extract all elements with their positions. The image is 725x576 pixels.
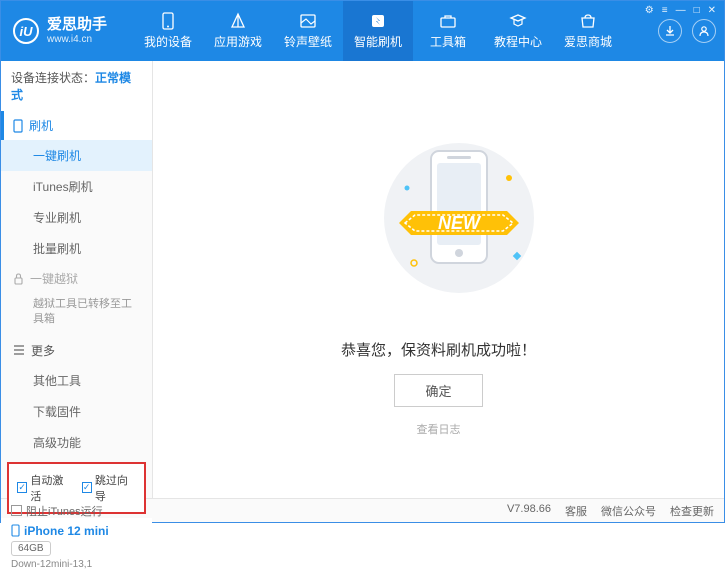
device-sub: Down-12mini-13,1 xyxy=(11,559,142,570)
check-update-link[interactable]: 检查更新 xyxy=(670,503,714,519)
checkbox-icon: ✓ xyxy=(17,482,27,493)
phone-small-icon xyxy=(13,119,23,133)
user-button[interactable] xyxy=(692,19,716,43)
new-badge-text: NEW xyxy=(438,213,482,233)
wallpaper-icon xyxy=(299,12,317,30)
sidebar-item-advanced[interactable]: 高级功能 xyxy=(1,427,152,458)
flash-icon xyxy=(369,12,387,30)
more-icon xyxy=(13,345,25,355)
device-info[interactable]: iPhone 12 mini 64GB Down-12mini-13,1 xyxy=(1,518,152,576)
checkbox-skip-guide[interactable]: ✓ 跳过向导 xyxy=(82,472,137,504)
section-more[interactable]: 更多 xyxy=(1,336,152,365)
nav-label: 应用游戏 xyxy=(214,33,262,50)
nav-ringtones[interactable]: 铃声壁纸 xyxy=(273,1,343,61)
section-label: 更多 xyxy=(31,342,55,359)
app-header: ⚙ ≡ — □ ✕ iU 爱思助手 www.i4.cn 我的设备 应用游戏 铃声… xyxy=(1,1,724,61)
checkbox-icon: ✓ xyxy=(82,482,92,493)
sidebar-item-itunes-flash[interactable]: iTunes刷机 xyxy=(1,171,152,202)
main-nav: 我的设备 应用游戏 铃声壁纸 智能刷机 工具箱 教程中心 爱思商城 xyxy=(133,1,658,61)
wechat-link[interactable]: 微信公众号 xyxy=(601,503,656,519)
nav-label: 教程中心 xyxy=(494,33,542,50)
nav-flash[interactable]: 智能刷机 xyxy=(343,1,413,61)
sidebar-item-pro-flash[interactable]: 专业刷机 xyxy=(1,202,152,233)
jailbreak-note: 越狱工具已转移至工具箱 xyxy=(1,293,152,336)
view-log-link[interactable]: 查看日志 xyxy=(417,421,461,437)
nav-label: 铃声壁纸 xyxy=(284,33,332,50)
close-button[interactable]: ✕ xyxy=(708,5,716,16)
device-name-text: iPhone 12 mini xyxy=(24,524,109,538)
sidebar-item-batch-flash[interactable]: 批量刷机 xyxy=(1,233,152,264)
sidebar-item-other-tools[interactable]: 其他工具 xyxy=(1,365,152,396)
device-icon xyxy=(11,524,20,537)
nav-my-device[interactable]: 我的设备 xyxy=(133,1,203,61)
section-flash[interactable]: 刷机 xyxy=(1,111,152,140)
version-label: V7.98.66 xyxy=(507,503,551,519)
settings-icon[interactable]: ⚙ xyxy=(645,5,654,16)
main-content: NEW 恭喜您，保资料刷机成功啦！ 确定 查看日志 xyxy=(153,61,724,498)
window-controls: ⚙ ≡ — □ ✕ xyxy=(645,5,716,16)
nav-label: 我的设备 xyxy=(144,33,192,50)
download-button[interactable] xyxy=(658,19,682,43)
header-actions xyxy=(658,19,716,43)
nav-store[interactable]: 爱思商城 xyxy=(553,1,623,61)
tutorial-icon xyxy=(509,12,527,30)
device-name: iPhone 12 mini xyxy=(11,524,142,538)
checkbox-block-itunes[interactable]: 阻止iTunes运行 xyxy=(11,503,103,519)
checkbox-auto-activate[interactable]: ✓ 自动激活 xyxy=(17,472,72,504)
sidebar: 设备连接状态：正常模式 刷机 一键刷机 iTunes刷机 专业刷机 批量刷机 一… xyxy=(1,61,153,498)
nav-toolbox[interactable]: 工具箱 xyxy=(413,1,483,61)
device-capacity: 64GB xyxy=(11,541,51,556)
customer-service-link[interactable]: 客服 xyxy=(565,503,587,519)
checkbox-label: 阻止iTunes运行 xyxy=(26,503,103,519)
section-jailbreak[interactable]: 一键越狱 xyxy=(1,264,152,293)
section-label: 刷机 xyxy=(29,117,53,134)
section-label: 一键越狱 xyxy=(30,270,78,287)
nav-apps[interactable]: 应用游戏 xyxy=(203,1,273,61)
maximize-button[interactable]: □ xyxy=(694,5,700,16)
apps-icon xyxy=(229,12,247,30)
ok-button[interactable]: 确定 xyxy=(394,374,482,407)
success-illustration: NEW xyxy=(359,123,519,323)
connection-status: 设备连接状态：正常模式 xyxy=(1,61,152,111)
sidebar-item-download-firmware[interactable]: 下载固件 xyxy=(1,396,152,427)
success-message: 恭喜您，保资料刷机成功啦！ xyxy=(341,339,536,360)
checkbox-label: 跳过向导 xyxy=(95,472,136,504)
menu-icon[interactable]: ≡ xyxy=(662,5,668,16)
phone-icon xyxy=(159,12,177,30)
footer-right: V7.98.66 客服 微信公众号 检查更新 xyxy=(507,503,714,519)
nav-label: 爱思商城 xyxy=(564,33,612,50)
checkbox-label: 自动激活 xyxy=(30,472,71,504)
checkbox-icon xyxy=(11,505,22,516)
app-url: www.i4.cn xyxy=(47,34,107,45)
lock-icon xyxy=(13,273,24,285)
store-icon xyxy=(579,12,597,30)
toolbox-icon xyxy=(439,12,457,30)
nav-label: 智能刷机 xyxy=(354,33,402,50)
logo: iU 爱思助手 www.i4.cn xyxy=(13,17,133,45)
minimize-button[interactable]: — xyxy=(676,5,686,16)
sidebar-item-oneclick-flash[interactable]: 一键刷机 xyxy=(1,140,152,171)
nav-tutorial[interactable]: 教程中心 xyxy=(483,1,553,61)
status-label: 设备连接状态： xyxy=(11,71,95,85)
logo-icon: iU xyxy=(13,18,39,44)
nav-label: 工具箱 xyxy=(430,33,466,50)
app-title: 爱思助手 xyxy=(47,17,107,34)
